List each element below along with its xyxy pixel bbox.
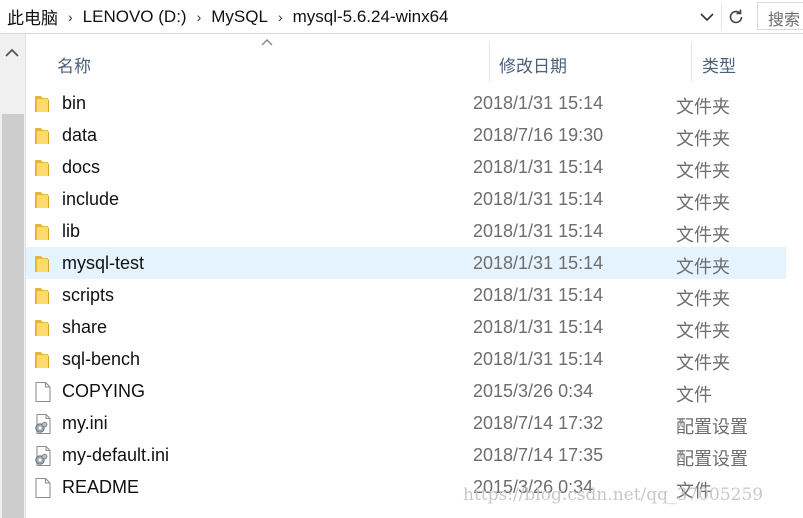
breadcrumb-mysql[interactable]: MySQL <box>204 7 268 27</box>
file-date-modified: 2015/3/26 0:34 <box>473 477 594 497</box>
file-name: scripts <box>62 285 115 305</box>
file-name: include <box>62 189 120 209</box>
folder-icon <box>32 317 54 344</box>
file-row[interactable]: lib 2018/1/31 15:14 文件夹 <box>26 215 786 247</box>
file-name: COPYING <box>62 381 146 401</box>
folder-icon <box>32 349 54 376</box>
file-row[interactable]: sql-bench 2018/1/31 15:14 文件夹 <box>26 343 786 375</box>
folder-icon <box>32 253 54 280</box>
folder-icon <box>32 285 54 312</box>
file-row[interactable]: data 2018/7/16 19:30 文件夹 <box>26 119 786 151</box>
file-name: README <box>62 477 140 497</box>
file-row[interactable]: my-default.ini 2018/7/14 17:35 配置设置 <box>26 439 786 471</box>
file-type: 文件 <box>676 481 712 501</box>
file-date-modified: 2018/1/31 15:14 <box>473 221 604 241</box>
file-row[interactable]: share 2018/1/31 15:14 文件夹 <box>26 311 786 343</box>
file-type: 配置设置 <box>676 417 748 437</box>
file-type: 文件夹 <box>676 225 730 245</box>
breadcrumb-separator-icon[interactable]: › <box>268 9 286 25</box>
file-type: 文件夹 <box>676 193 730 213</box>
chevron-down-icon <box>700 13 714 22</box>
file-type: 文件 <box>676 385 712 405</box>
settings-file-icon <box>32 413 54 440</box>
breadcrumb: 此电脑 › LENOVO (D:) › MySQL › mysql-5.6.24… <box>0 0 449 33</box>
folder-icon <box>32 189 54 216</box>
file-row[interactable]: README 2015/3/26 0:34 文件 <box>26 471 786 503</box>
settings-file-icon <box>32 445 54 472</box>
file-row[interactable]: docs 2018/1/31 15:14 文件夹 <box>26 151 786 183</box>
file-row[interactable]: scripts 2018/1/31 15:14 文件夹 <box>26 279 786 311</box>
file-date-modified: 2018/7/14 17:32 <box>473 413 604 433</box>
file-type: 文件夹 <box>676 129 730 149</box>
file-date-modified: 2015/3/26 0:34 <box>473 381 594 401</box>
file-name: my-default.ini <box>62 445 170 465</box>
file-date-modified: 2018/1/31 15:14 <box>473 317 604 337</box>
refresh-button[interactable] <box>721 3 749 30</box>
file-type: 配置设置 <box>676 449 748 469</box>
refresh-icon <box>729 9 742 23</box>
file-row[interactable]: mysql-test 2018/1/31 15:14 文件夹 <box>26 247 786 279</box>
file-date-modified: 2018/1/31 15:14 <box>473 349 604 369</box>
file-date-modified: 2018/1/31 15:14 <box>473 189 604 209</box>
breadcrumb-drive[interactable]: LENOVO (D:) <box>76 7 187 27</box>
file-date-modified: 2018/1/31 15:14 <box>473 157 604 177</box>
file-type: 文件夹 <box>676 321 730 341</box>
breadcrumb-current-folder[interactable]: mysql-5.6.24-winx64 <box>286 7 449 27</box>
file-row[interactable]: bin 2018/1/31 15:14 文件夹 <box>26 87 786 119</box>
file-name: lib <box>62 221 81 241</box>
file-date-modified: 2018/7/14 17:35 <box>473 445 604 465</box>
file-type: 文件夹 <box>676 161 730 181</box>
file-date-modified: 2018/7/16 19:30 <box>473 125 604 145</box>
column-header-date-modified[interactable]: 修改日期 <box>499 52 567 77</box>
file-name: share <box>62 317 108 337</box>
file-row[interactable]: include 2018/1/31 15:14 文件夹 <box>26 183 786 215</box>
address-history-dropdown[interactable] <box>696 5 718 29</box>
navigation-pane <box>0 34 26 518</box>
navigation-scrollbar-thumb[interactable] <box>2 114 24 518</box>
folder-icon <box>32 125 54 152</box>
file-date-modified: 2018/1/31 15:14 <box>473 93 604 113</box>
file-icon <box>32 381 54 408</box>
folder-icon <box>32 221 54 248</box>
file-date-modified: 2018/1/31 15:14 <box>473 285 604 305</box>
file-type: 文件夹 <box>676 257 730 277</box>
file-name: bin <box>62 93 87 113</box>
file-row[interactable]: my.ini 2018/7/14 17:32 配置设置 <box>26 407 786 439</box>
column-divider[interactable] <box>489 42 490 82</box>
breadcrumb-separator-icon[interactable]: › <box>187 9 205 25</box>
folder-icon <box>32 93 54 120</box>
folder-icon <box>32 157 54 184</box>
column-header-name[interactable]: 名称 <box>57 52 91 77</box>
file-icon <box>32 477 54 504</box>
file-name: sql-bench <box>62 349 141 369</box>
column-header-type[interactable]: 类型 <box>702 52 736 77</box>
file-name: my.ini <box>62 413 108 433</box>
file-type: 文件夹 <box>676 97 730 117</box>
sort-ascending-icon <box>261 39 273 46</box>
search-input[interactable]: 搜索 <box>757 2 803 30</box>
file-name: data <box>62 125 98 145</box>
address-bar[interactable]: 此电脑 › LENOVO (D:) › MySQL › mysql-5.6.24… <box>0 0 803 34</box>
column-divider[interactable] <box>691 42 692 82</box>
scroll-up-icon[interactable] <box>5 48 19 58</box>
breadcrumb-this-pc[interactable]: 此电脑 <box>0 4 58 29</box>
file-name: mysql-test <box>62 253 145 273</box>
file-date-modified: 2018/1/31 15:14 <box>473 253 604 273</box>
file-type: 文件夹 <box>676 289 730 309</box>
file-row[interactable]: COPYING 2015/3/26 0:34 文件 <box>26 375 786 407</box>
file-name: docs <box>62 157 101 177</box>
breadcrumb-separator-icon[interactable]: › <box>58 9 76 25</box>
file-type: 文件夹 <box>676 353 730 373</box>
